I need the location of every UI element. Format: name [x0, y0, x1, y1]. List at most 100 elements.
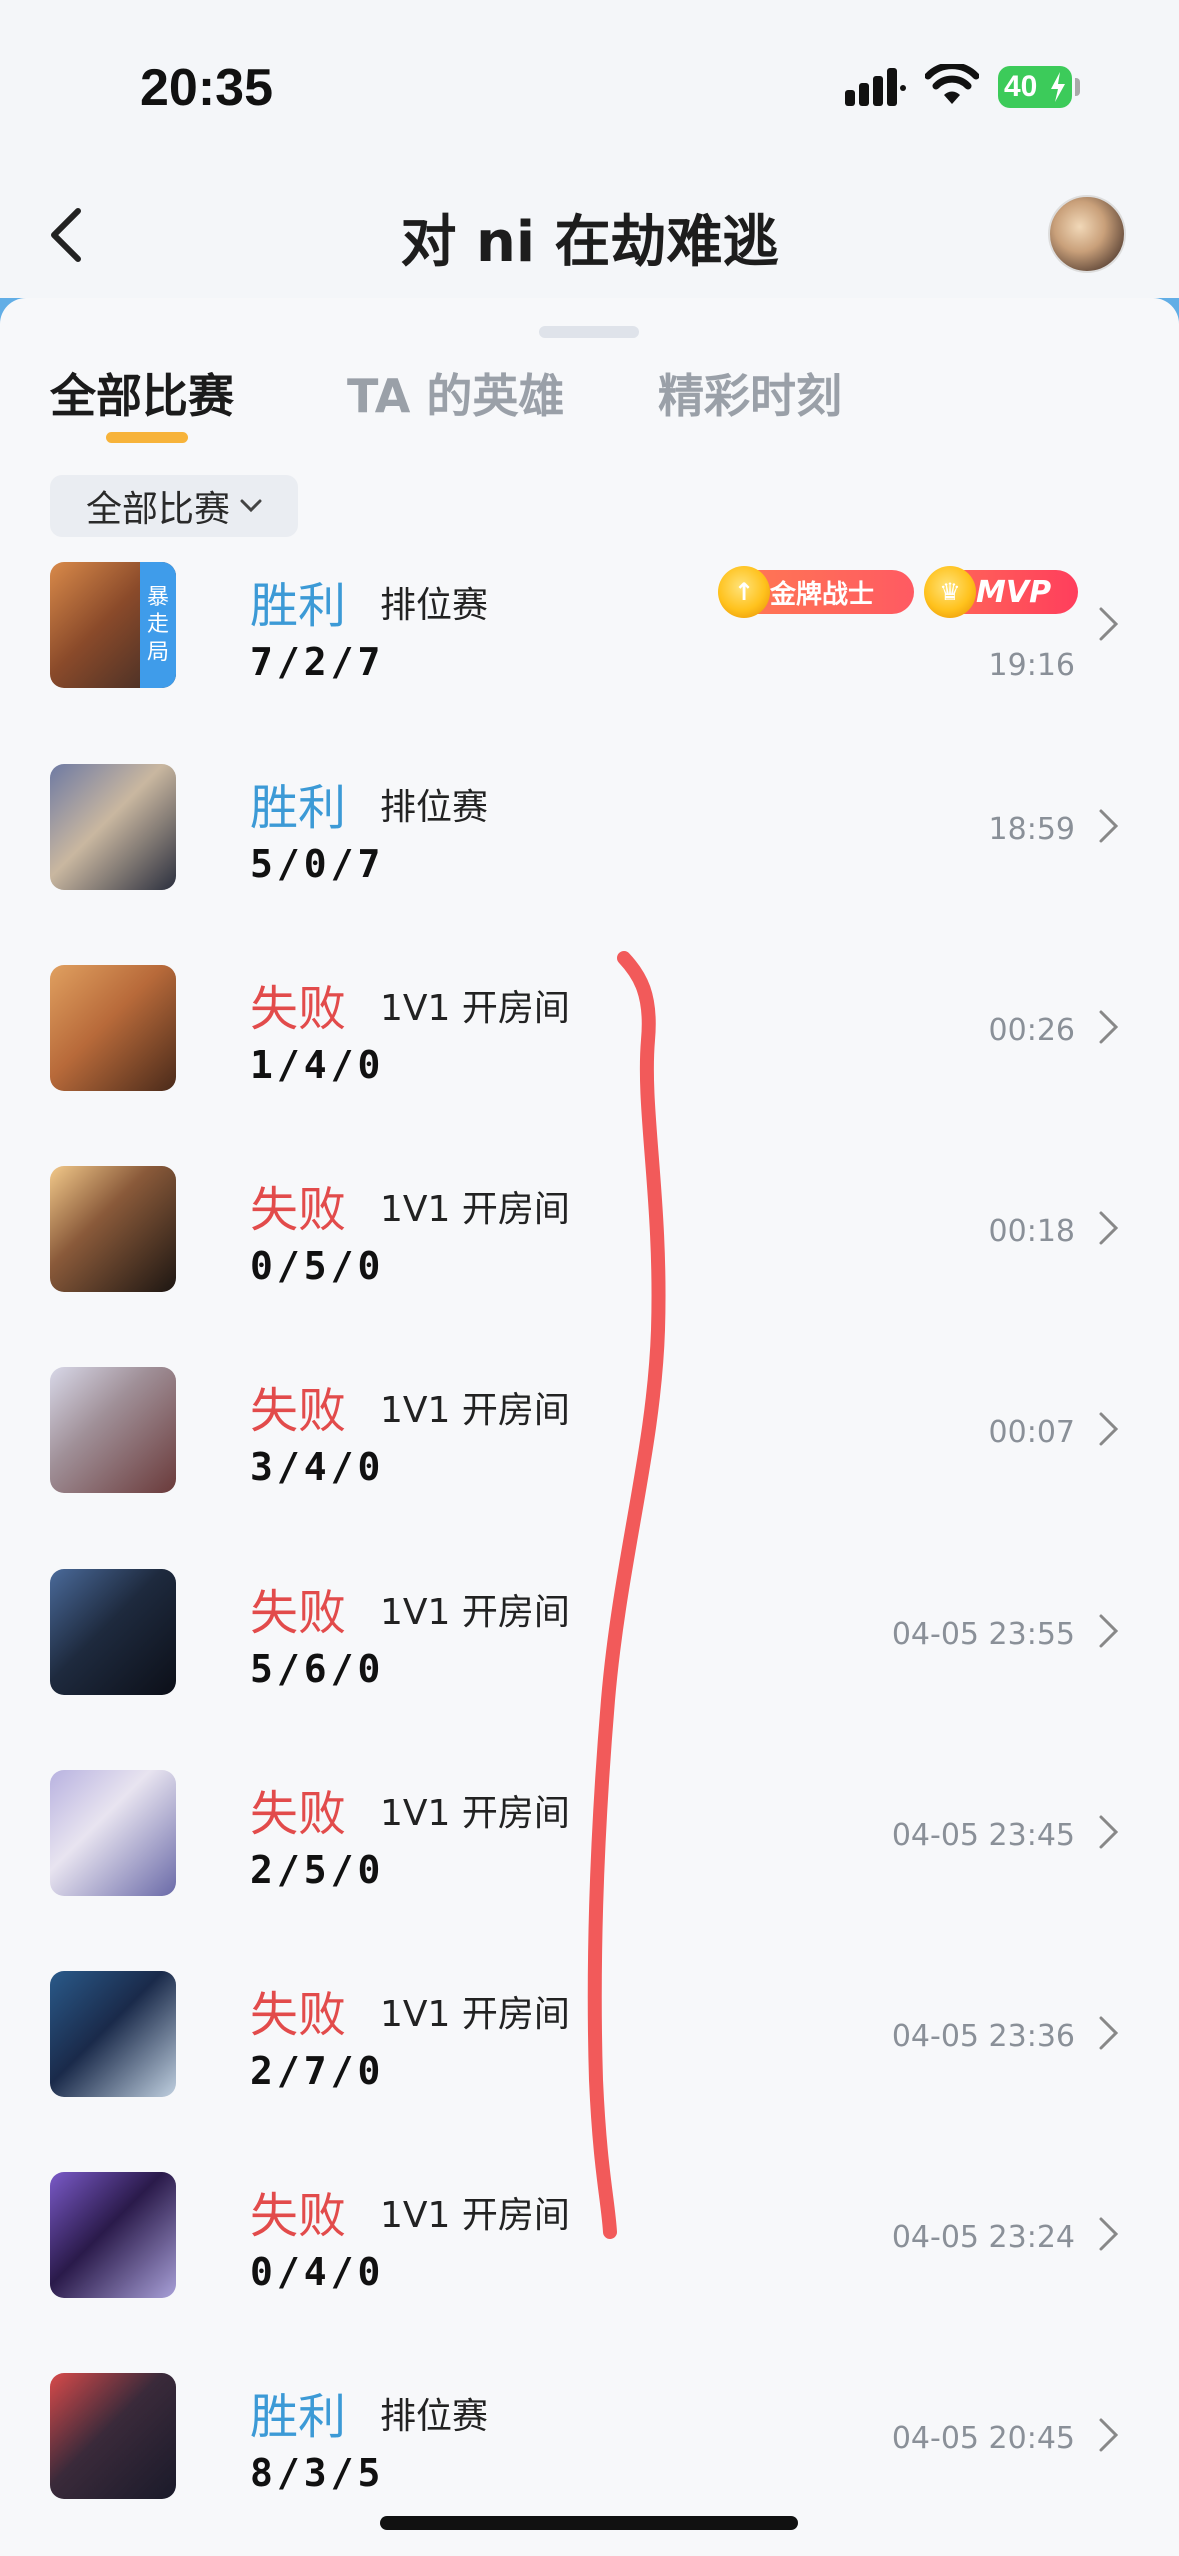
tab-bar: 全部比赛 TA 的英雄 精彩时刻: [0, 360, 1179, 460]
match-time: 04-05 23:55: [891, 1617, 1075, 1652]
rampage-tag-char: 暴: [146, 584, 169, 610]
match-mode: 1V1 开房间: [380, 1592, 570, 1633]
wifi-icon: [925, 64, 979, 104]
chevron-right-icon: [1099, 1010, 1119, 1044]
match-mode: 1V1 开房间: [380, 988, 570, 1029]
match-mode: 排位赛: [380, 585, 489, 626]
match-time: 00:07: [988, 1415, 1075, 1450]
rampage-tag: 暴 走 局: [140, 562, 176, 688]
match-mode: 1V1 开房间: [380, 1793, 570, 1834]
match-mode: 排位赛: [380, 787, 489, 828]
match-row[interactable]: 失败 1V1 开房间 3/4/0 00:07: [0, 1367, 1179, 1567]
sheet-grabber[interactable]: [539, 326, 639, 338]
match-time: 18:59: [988, 812, 1075, 847]
gold-warrior-badge: ↑ 金牌战士: [718, 566, 914, 618]
hero-portrait: 暴 走 局: [50, 562, 176, 688]
tab-active-indicator: [106, 432, 188, 443]
match-row[interactable]: 失败 1V1 开房间 2/7/0 04-05 23:36: [0, 1971, 1179, 2171]
tab-heroes[interactable]: TA 的英雄: [347, 360, 564, 426]
charging-bolt-icon: [1051, 72, 1065, 102]
match-kda: 1/4/0: [250, 1043, 385, 1087]
match-mode: 1V1 开房间: [380, 2195, 570, 2236]
match-kda: 5/0/7: [250, 842, 385, 886]
match-row[interactable]: 失败 1V1 开房间 5/6/0 04-05 23:55: [0, 1569, 1179, 1769]
tab-all-matches[interactable]: 全部比赛: [50, 360, 234, 426]
match-time: 04-05 23:24: [891, 2220, 1075, 2255]
mvp-badge: ♛ MVP: [924, 566, 1078, 618]
match-result: 胜利: [250, 2389, 347, 2445]
match-kda: 2/7/0: [250, 2049, 385, 2093]
match-row[interactable]: 失败 1V1 开房间 2/5/0 04-05 23:45: [0, 1770, 1179, 1970]
battery-level: 40: [1004, 70, 1038, 103]
cellular-signal-icon: [845, 68, 906, 106]
match-result: 失败: [250, 1182, 347, 1238]
chevron-right-icon: [1099, 1412, 1119, 1446]
chevron-right-icon: [1099, 1614, 1119, 1648]
match-row[interactable]: 暴 走 局 胜利 排位赛 7/2/7 ↑ 金牌战士 ♛ MVP 19:16: [0, 562, 1179, 762]
battery-indicator: 40: [998, 66, 1072, 108]
hero-portrait: [50, 1166, 176, 1292]
badge-label: MVP: [976, 574, 1052, 610]
match-kda: 0/5/0: [250, 1244, 385, 1288]
match-filter-dropdown[interactable]: 全部比赛: [50, 475, 298, 537]
page-title: 对 ni 在劫难逃: [400, 210, 779, 275]
hero-portrait: [50, 965, 176, 1091]
hero-portrait: [50, 1971, 176, 2097]
match-kda: 3/4/0: [250, 1445, 385, 1489]
chevron-right-icon: [1099, 2016, 1119, 2050]
match-result: 胜利: [250, 780, 347, 836]
hero-portrait: [50, 2172, 176, 2298]
match-row[interactable]: 胜利 排位赛 5/0/7 18:59: [0, 764, 1179, 964]
match-kda: 0/4/0: [250, 2250, 385, 2294]
match-row[interactable]: 失败 1V1 开房间 0/4/0 04-05 23:24: [0, 2172, 1179, 2372]
badge-label: 金牌战士: [770, 579, 875, 610]
rampage-tag-char: 走: [146, 612, 169, 638]
tab-highlights[interactable]: 精彩时刻: [658, 360, 842, 426]
hero-portrait: [50, 1569, 176, 1695]
match-row[interactable]: 失败 1V1 开房间 0/5/0 00:18: [0, 1166, 1179, 1366]
match-time: 19:16: [988, 648, 1075, 683]
match-result: 失败: [250, 2188, 347, 2244]
match-time: 04-05 23:36: [891, 2019, 1075, 2054]
home-indicator: [380, 2516, 798, 2530]
match-time: 00:18: [988, 1214, 1075, 1249]
rampage-tag-char: 局: [146, 639, 169, 665]
match-result: 失败: [250, 1987, 347, 2043]
battery-cap: [1075, 78, 1080, 96]
chevron-right-icon: [1099, 809, 1119, 843]
match-mode: 1V1 开房间: [380, 1189, 570, 1230]
hero-portrait: [50, 1367, 176, 1493]
chevron-right-icon: [1099, 2217, 1119, 2251]
match-time: 04-05 20:45: [891, 2421, 1075, 2456]
match-row[interactable]: 失败 1V1 开房间 1/4/0 00:26: [0, 965, 1179, 1165]
hero-portrait: [50, 1770, 176, 1896]
status-time: 20:35: [140, 59, 273, 117]
match-kda: 8/3/5: [250, 2451, 385, 2495]
chevron-right-icon: [1099, 607, 1119, 641]
match-result: 失败: [250, 1585, 347, 1641]
hero-portrait: [50, 764, 176, 890]
match-kda: 7/2/7: [250, 640, 385, 684]
hero-portrait: [50, 2373, 176, 2499]
match-kda: 5/6/0: [250, 1647, 385, 1691]
match-mode: 1V1 开房间: [380, 1390, 570, 1431]
status-bar: 20:35 40: [0, 0, 1179, 175]
match-result: 失败: [250, 1786, 347, 1842]
user-avatar[interactable]: [1048, 195, 1126, 273]
match-result: 失败: [250, 1383, 347, 1439]
match-mode: 排位赛: [380, 2396, 489, 2437]
trophy-icon: ♛: [924, 566, 976, 618]
chevron-down-icon: [240, 499, 262, 513]
filter-label: 全部比赛: [85, 489, 230, 530]
chevron-right-icon: [1099, 2418, 1119, 2452]
chevron-right-icon: [1099, 1211, 1119, 1245]
match-result: 失败: [250, 981, 347, 1037]
match-mode: 1V1 开房间: [380, 1994, 570, 2035]
match-kda: 2/5/0: [250, 1848, 385, 1892]
match-time: 04-05 23:45: [891, 1818, 1075, 1853]
nav-header: 对 ni 在劫难逃: [0, 175, 1179, 295]
chevron-right-icon: [1099, 1815, 1119, 1849]
match-time: 00:26: [988, 1013, 1075, 1048]
match-result: 胜利: [250, 578, 347, 634]
medal-icon: ↑: [718, 566, 770, 618]
